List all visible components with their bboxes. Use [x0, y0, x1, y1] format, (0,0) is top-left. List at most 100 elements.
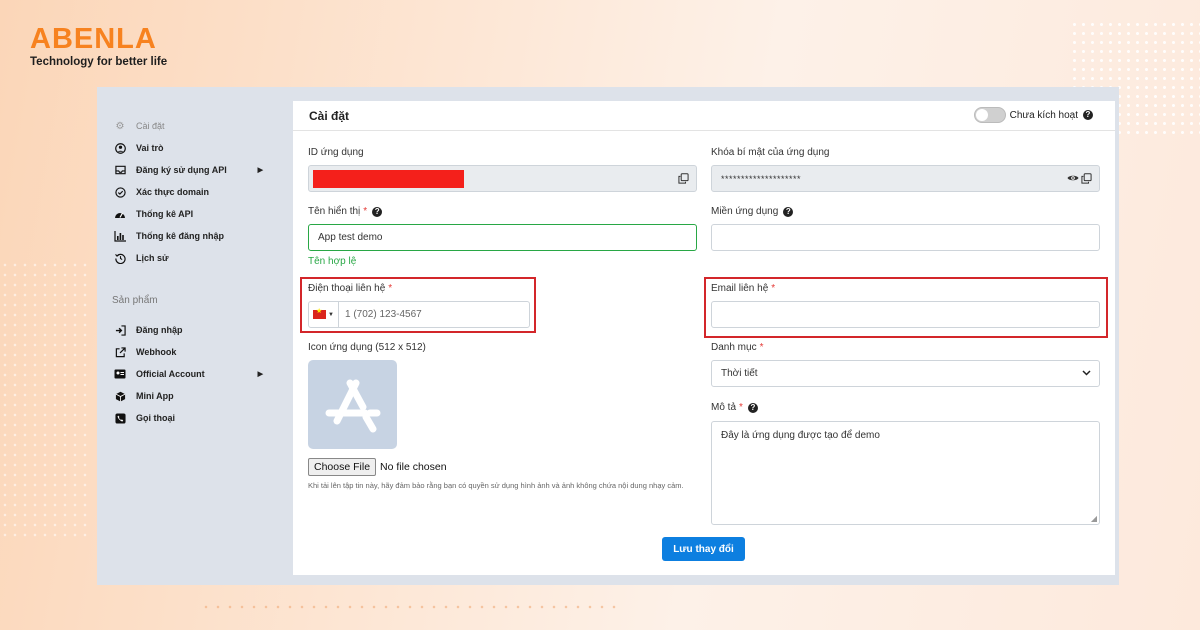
- external-link-icon: [113, 345, 127, 359]
- sidebar-item-history[interactable]: Lịch sử: [113, 249, 263, 267]
- id-card-icon: [113, 367, 127, 381]
- secret-field: ********************: [711, 165, 1100, 192]
- required-marker: *: [739, 402, 743, 413]
- app-id-field: [308, 165, 697, 192]
- display-name-valid-text: Tên hợp lệ: [308, 256, 357, 267]
- file-status-text: No file chosen: [380, 461, 447, 473]
- category-label-text: Danh mục: [711, 342, 757, 353]
- display-name-label-text: Tên hiển thị: [308, 206, 361, 217]
- decor-dots-left: [0, 260, 90, 540]
- sidebar-item-login[interactable]: Đăng nhập: [113, 321, 263, 339]
- sidebar-item-api-registration[interactable]: Đăng ký sử dụng API ▶: [113, 161, 263, 179]
- sidebar-item-label: Đăng ký sử dụng API: [136, 165, 227, 175]
- chevron-down-icon: [1082, 369, 1091, 378]
- sidebar-item-login-stats[interactable]: Thống kê đăng nhập: [113, 227, 263, 245]
- inbox-icon: [113, 163, 127, 177]
- required-marker: *: [759, 342, 764, 353]
- category-value: Thời tiết: [721, 368, 758, 379]
- copy-icon[interactable]: [678, 173, 689, 187]
- secret-label-text: Khóa bí mật của ứng dụng: [711, 147, 830, 158]
- page-title: Cài đặt: [309, 108, 350, 123]
- brand-logo: ABENLA Technology for better life: [30, 24, 167, 68]
- history-icon: [113, 251, 127, 265]
- decor-dots-bottom: [200, 602, 620, 612]
- required-marker: *: [771, 283, 776, 294]
- upload-hint-text: Khi tải lên tập tin này, hãy đảm bảo rằn…: [308, 481, 684, 490]
- sidebar-item-label: Webhook: [136, 347, 177, 357]
- copy-icon[interactable]: [1081, 173, 1092, 187]
- app-icon-label: Icon ứng dụng (512 x 512): [308, 342, 426, 353]
- sidebar-item-label: Gọi thoại: [136, 413, 175, 423]
- sidebar-item-label: Thống kê đăng nhập: [136, 231, 224, 241]
- description-textarea[interactable]: Đây là ứng dụng được tạo để demo ◢: [711, 421, 1100, 525]
- sidebar-item-label: Mini App: [136, 391, 174, 401]
- country-code-select[interactable]: ▼: [309, 302, 339, 327]
- email-label-text: Email liên hệ: [711, 283, 769, 294]
- check-circle-icon: [113, 185, 127, 199]
- app-store-icon: [325, 379, 380, 432]
- sidebar-item-mini-app[interactable]: Mini App: [113, 387, 263, 405]
- phone-placeholder: 1 (702) 123-4567: [345, 309, 422, 320]
- help-icon[interactable]: ?: [747, 402, 758, 413]
- sidebar-item-webhook[interactable]: Webhook: [113, 343, 263, 361]
- activation-toggle-group: Chưa kích hoạt ?: [973, 107, 1093, 123]
- panel-header: Cài đặt Chưa kích hoạt ?: [293, 101, 1115, 131]
- save-button[interactable]: Lưu thay đổi: [662, 537, 745, 561]
- sidebar-item-label: Official Account: [136, 369, 205, 379]
- sidebar-item-api-stats[interactable]: Thống kê API: [113, 205, 263, 223]
- app-id-label-text: ID ứng dụng: [308, 147, 364, 158]
- description-label: Mô tả * ?: [711, 402, 758, 413]
- help-icon[interactable]: ?: [783, 206, 794, 217]
- vietnam-flag-icon: [313, 307, 327, 319]
- app-id-label: ID ứng dụng: [308, 147, 364, 158]
- resize-grip-icon[interactable]: ◢: [1091, 514, 1097, 523]
- email-input[interactable]: [711, 301, 1100, 328]
- sidebar-item-domain-verify[interactable]: Xác thực domain: [113, 183, 263, 201]
- user-circle-icon: [113, 141, 127, 155]
- phone-input[interactable]: ▼ 1 (702) 123-4567: [308, 301, 530, 328]
- help-icon[interactable]: ?: [372, 206, 383, 217]
- caret-right-icon: ▶: [257, 167, 263, 174]
- phone-label: Điện thoại liên hệ *: [308, 283, 392, 294]
- sidebar-item-label: Thống kê API: [136, 209, 194, 219]
- app-domain-label: Miền ứng dụng ?: [711, 206, 794, 217]
- app-icon-preview: [308, 360, 397, 449]
- sidebar-item-voice-call[interactable]: Gọi thoại: [113, 409, 263, 427]
- category-select[interactable]: Thời tiết: [711, 360, 1100, 387]
- sidebar-item-label: Lịch sử: [136, 253, 169, 263]
- caret-right-icon: ▶: [257, 371, 263, 378]
- activation-toggle[interactable]: [973, 107, 1006, 123]
- sidebar-item-official-account[interactable]: Official Account ▶: [113, 365, 263, 383]
- email-label: Email liên hệ *: [711, 283, 775, 294]
- toggle-knob: [975, 109, 988, 121]
- gear-icon: ⚙: [115, 120, 125, 132]
- sidebar-item-label: Vai trò: [136, 143, 164, 153]
- choose-file-button[interactable]: Choose File: [308, 458, 377, 476]
- sidebar-item-label: Cài đặt: [136, 121, 165, 131]
- brand-tagline: Technology for better life: [30, 56, 168, 68]
- category-label: Danh mục *: [711, 342, 763, 353]
- display-name-value: App test demo: [318, 232, 383, 243]
- secret-label: Khóa bí mật của ứng dụng: [711, 147, 829, 158]
- eye-icon[interactable]: [1067, 172, 1079, 187]
- secret-value: ********************: [721, 173, 802, 184]
- app-domain-input[interactable]: [711, 224, 1100, 251]
- sidebar-item-settings[interactable]: ⚙ Cài đặt: [113, 117, 263, 135]
- settings-panel: Cài đặt Chưa kích hoạt ? ID ứng dụng Khó…: [293, 101, 1115, 575]
- gauge-icon: [113, 207, 127, 221]
- sidebar-item-roles[interactable]: Vai trò: [113, 139, 263, 157]
- sidebar-section-products: Sản phẩm: [112, 295, 158, 306]
- app-icon-label-text: Icon ứng dụng (512 x 512): [308, 342, 426, 353]
- help-icon[interactable]: ?: [1083, 110, 1093, 120]
- required-marker: *: [388, 283, 393, 294]
- phone-icon: [113, 411, 127, 425]
- activation-status-label: Chưa kích hoạt: [1009, 109, 1078, 121]
- file-upload: Choose File No file chosen: [308, 458, 447, 476]
- description-label-text: Mô tả: [711, 402, 737, 413]
- display-name-input[interactable]: App test demo: [308, 224, 697, 251]
- app-domain-label-text: Miền ứng dụng: [711, 206, 779, 217]
- brand-name: ABENLA: [30, 23, 157, 55]
- sidebar-item-label: Xác thực domain: [136, 187, 210, 197]
- phone-label-text: Điện thoại liên hệ: [308, 283, 386, 294]
- redaction-block: [313, 170, 464, 188]
